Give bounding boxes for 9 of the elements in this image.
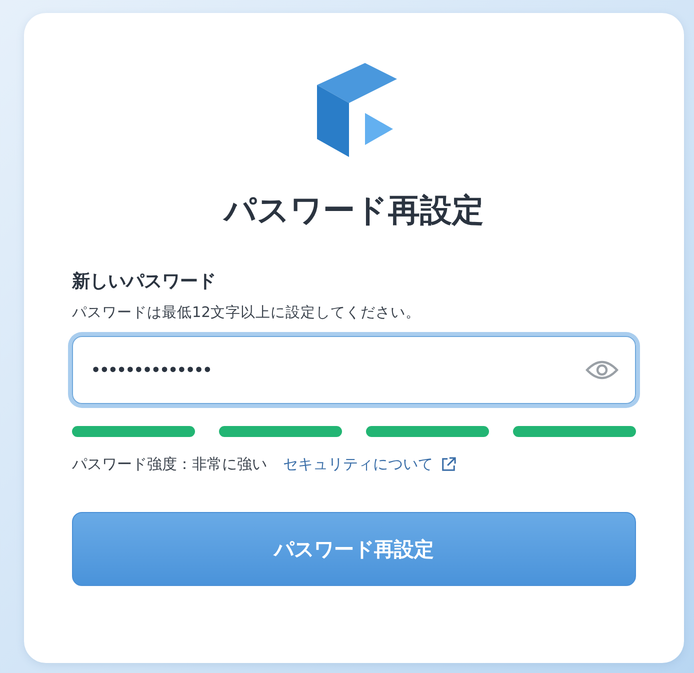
field-hint: パスワードは最低12文字以上に設定してください。 (72, 304, 422, 322)
logo-icon (317, 63, 397, 157)
field-label: 新しいパスワード (72, 270, 217, 294)
security-link[interactable]: セキュリティについて (283, 455, 433, 474)
page-title: パスワード再設定 (222, 191, 485, 230)
strength-text: パスワード強度：非常に強い (72, 455, 267, 474)
reset-password-button[interactable]: パスワード再設定 (72, 512, 636, 586)
eye-icon[interactable] (585, 359, 619, 382)
external-link-icon[interactable] (441, 457, 456, 472)
